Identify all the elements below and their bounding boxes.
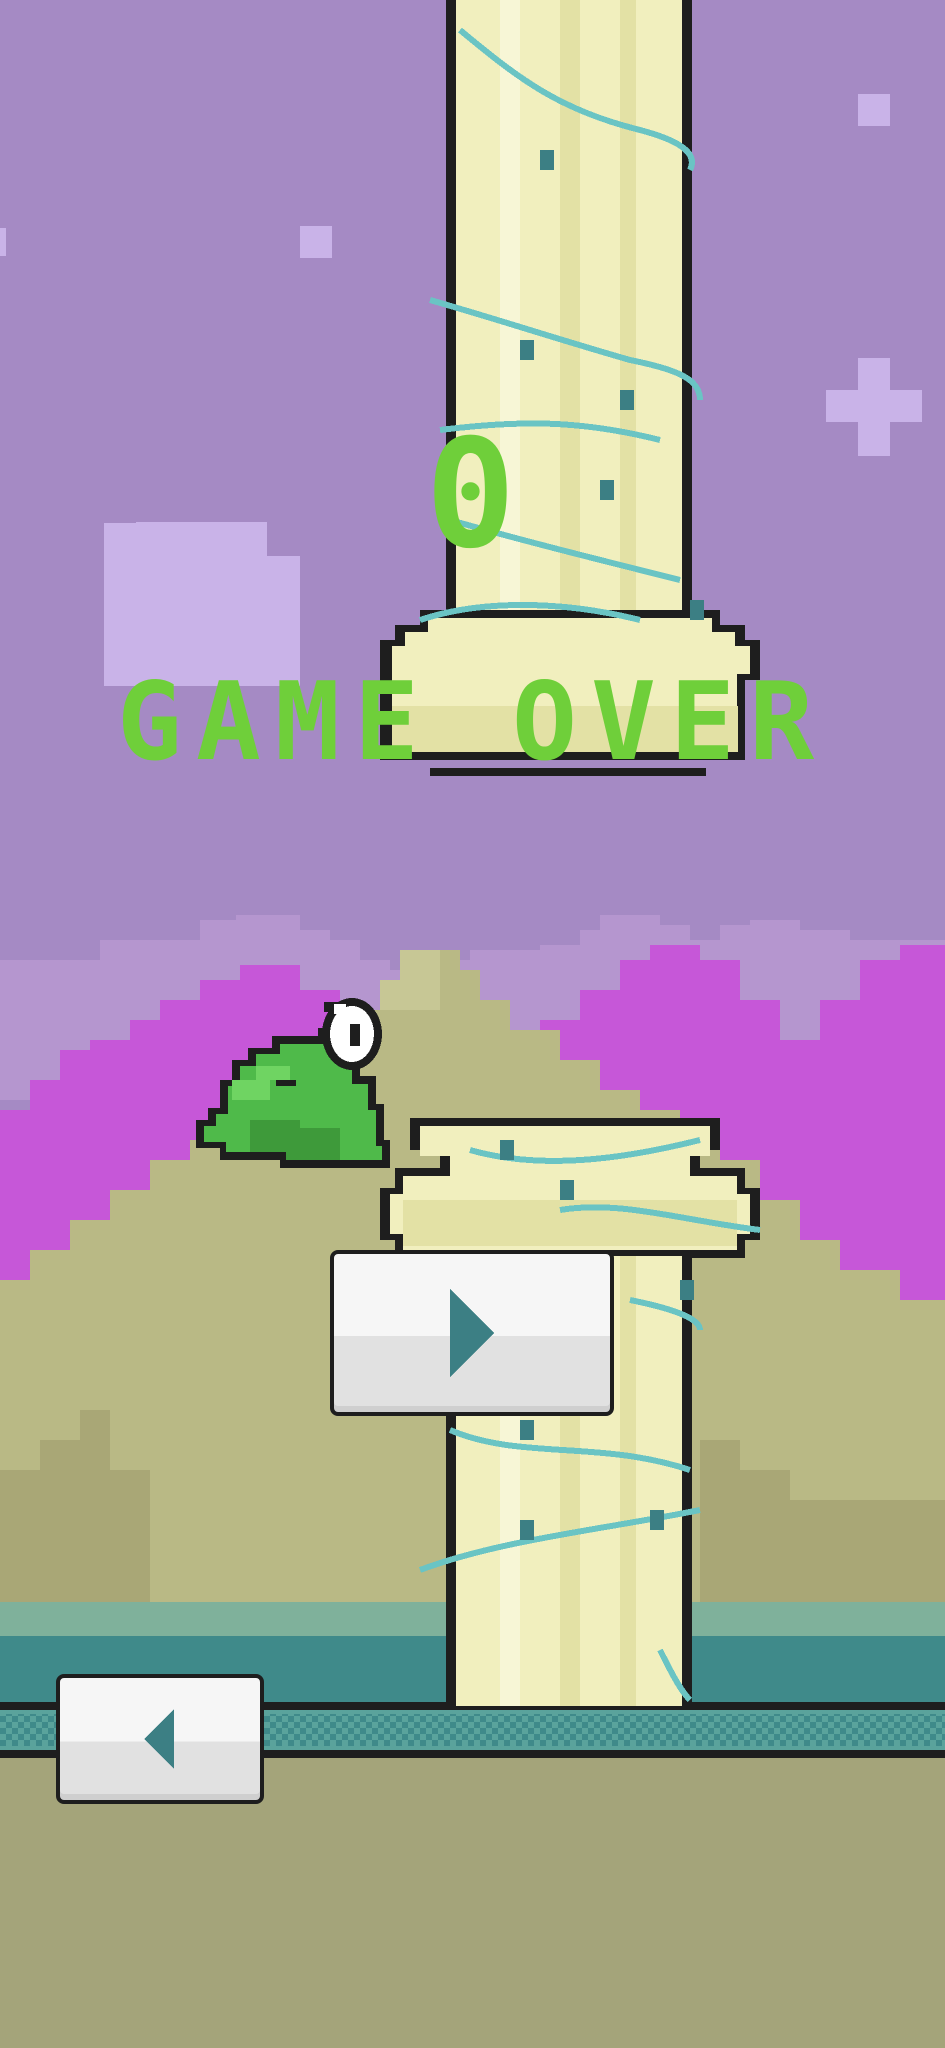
game-over-title: GAME OVER: [116, 660, 829, 785]
back-button[interactable]: [56, 1674, 264, 1804]
play-triangle-icon: [446, 1285, 498, 1381]
score-display: 0: [425, 408, 520, 582]
play-button[interactable]: [330, 1250, 614, 1416]
back-triangle-icon: [142, 1707, 178, 1771]
